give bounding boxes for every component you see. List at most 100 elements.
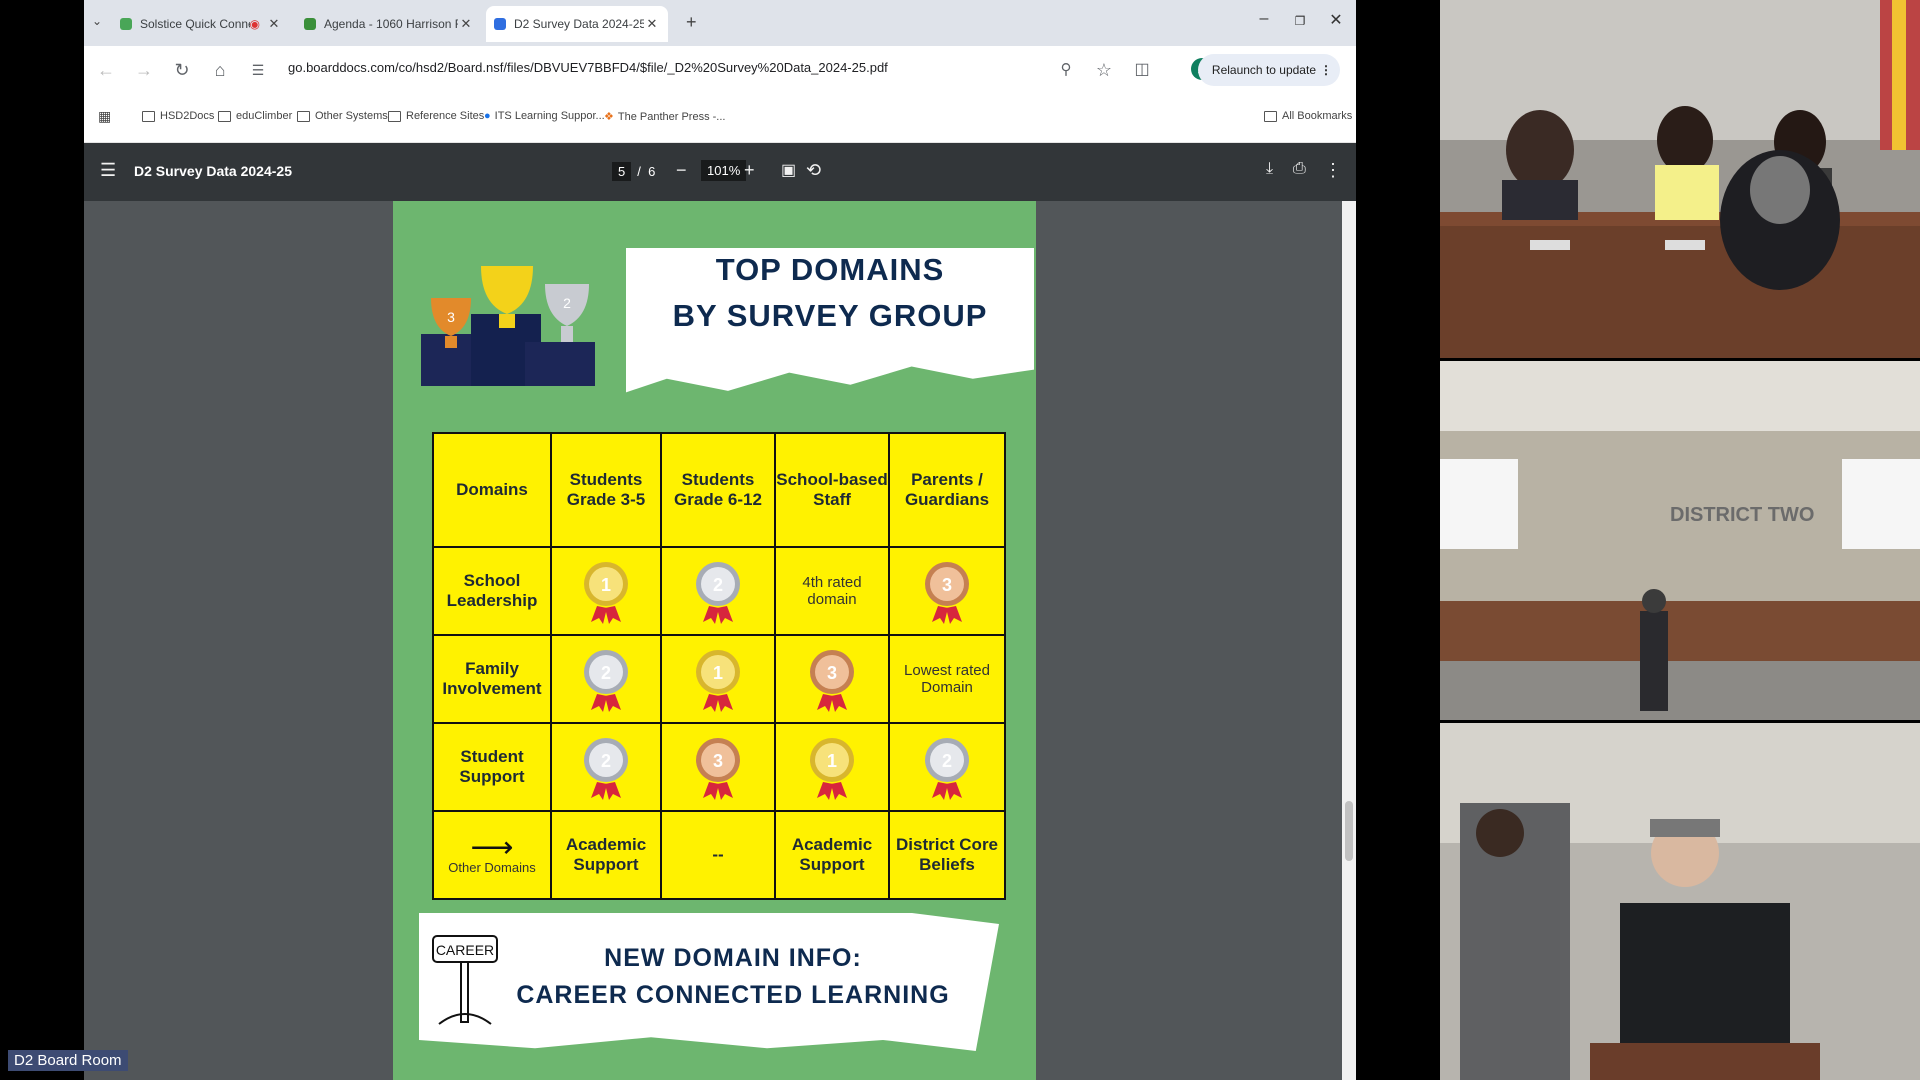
- room-label: D2 Board Room: [8, 1050, 128, 1071]
- download-icon[interactable]: ⤓: [1266, 160, 1273, 178]
- folder-icon: [142, 110, 155, 122]
- video-feed-room-wide: DISTRICT TWO: [1440, 361, 1920, 720]
- address-toolbar: ← → ↻ ⌂ ☰ go.boarddocs.com/co/hsd2/Board…: [84, 46, 1356, 94]
- close-window-button[interactable]: ✕: [1324, 10, 1348, 30]
- close-icon[interactable]: ✕: [644, 16, 660, 32]
- career-title-line2: CAREER CONNECTED LEARNING: [516, 981, 950, 1009]
- medal-cell: 1: [660, 634, 776, 724]
- row-label-other: ⟶ Other Domains: [432, 810, 552, 900]
- tab-survey-data[interactable]: D2 Survey Data 2024-25 ✕: [486, 6, 668, 42]
- bookmarks-bar: ▦ HSD2Docs eduClimber Other Systems Refe…: [84, 94, 1356, 143]
- print-icon[interactable]: ⎙: [1293, 160, 1306, 178]
- medal-cell: 2: [888, 722, 1006, 812]
- medal-cell: 2: [550, 722, 662, 812]
- pdf-viewport[interactable]: 3 2 TOP DOMAINS BY SURVEY GROUP Domains …: [84, 201, 1356, 1080]
- home-button[interactable]: ⌂: [208, 58, 232, 82]
- other-domain-cell: Academic Support: [550, 810, 662, 900]
- all-bookmarks[interactable]: All Bookmarks: [1264, 110, 1352, 122]
- dais-scene: [1440, 0, 1920, 358]
- domains-table: Domains Students Grade 3-5 Students Grad…: [432, 432, 1006, 900]
- bronze-medal-icon: 3: [810, 650, 854, 712]
- header-students-3-5: Students Grade 3-5: [550, 432, 662, 548]
- bookmark-other-systems[interactable]: Other Systems: [297, 110, 388, 122]
- video-feed-dais: [1440, 0, 1920, 358]
- solstice-icon: [120, 18, 132, 30]
- medal-rank: 1: [827, 751, 837, 771]
- other-domain-cell: --: [660, 810, 776, 900]
- tab-solstice[interactable]: Solstice Quick Connect ◉ ✕: [112, 6, 290, 42]
- rotate-icon[interactable]: ⟲: [806, 160, 821, 181]
- page-indicator: 5/ 6: [612, 162, 655, 181]
- extensions-icon[interactable]: ◫: [1130, 58, 1154, 82]
- folder-icon: [1264, 110, 1277, 122]
- silver-medal-icon: 2: [925, 738, 969, 800]
- medal-cell: 2: [550, 634, 662, 724]
- tab-agenda[interactable]: Agenda - 1060 Harrison Ro ✕: [296, 6, 482, 42]
- medal-rank: 3: [942, 575, 952, 595]
- fit-page-icon[interactable]: ▣: [781, 160, 796, 180]
- medal-rank: 2: [601, 663, 611, 683]
- medal-cell: 4th rated domain: [774, 546, 890, 636]
- silver-medal-icon: 2: [696, 562, 740, 624]
- rating-note: Lowest rated Domain: [904, 662, 990, 696]
- reload-button[interactable]: ↻: [170, 58, 194, 82]
- minimize-button[interactable]: –: [1252, 10, 1276, 28]
- recording-icon: ◉: [249, 17, 260, 31]
- gold-medal-icon: 1: [584, 562, 628, 624]
- close-icon[interactable]: ✕: [458, 16, 474, 32]
- table-row-family-involvement: Family Involvement 2 1 3 Lowest rated Do…: [432, 634, 1006, 724]
- video-feed-podium: [1440, 723, 1920, 1080]
- bookmark-panther-press[interactable]: ❖ The Panther Press -...: [604, 110, 725, 124]
- medal-rank: 1: [601, 575, 611, 595]
- page-number-input[interactable]: 5: [612, 162, 632, 181]
- relaunch-button[interactable]: Relaunch to update ⋮: [1197, 54, 1340, 86]
- bookmark-educlimber[interactable]: eduClimber: [218, 110, 292, 122]
- header-students-6-12: Students Grade 6-12: [660, 432, 776, 548]
- row-label: Family Involvement: [432, 634, 552, 724]
- silver-medal-icon: 2: [584, 650, 628, 712]
- bronze-medal-icon: 3: [925, 562, 969, 624]
- zoom-out-icon[interactable]: −: [676, 160, 687, 181]
- medal-rank: 3: [827, 663, 837, 683]
- medal-cell: 3: [888, 546, 1006, 636]
- url-field[interactable]: go.boarddocs.com/co/hsd2/Board.nsf/files…: [288, 60, 888, 75]
- medal-rank: 2: [942, 751, 952, 771]
- scrollbar-thumb[interactable]: [1345, 801, 1353, 861]
- bookmark-reference-sites[interactable]: Reference Sites: [388, 110, 484, 122]
- tab-search-button[interactable]: ⌄: [92, 14, 102, 28]
- back-button[interactable]: ←: [94, 58, 118, 82]
- pdf-toolbar: ☰ D2 Survey Data 2024-25 5/ 6 − 101% + ▣…: [84, 143, 1356, 201]
- more-vert-icon: ⋮: [1320, 63, 1332, 77]
- close-icon[interactable]: ✕: [266, 16, 282, 32]
- more-options-icon[interactable]: ⋮: [1324, 160, 1342, 181]
- zoom-icon[interactable]: ⚲: [1054, 58, 1078, 82]
- slide-title-line1: TOP DOMAINS: [715, 252, 945, 287]
- panther-icon: ❖: [604, 111, 614, 123]
- medal-cell: 3: [774, 634, 890, 724]
- forward-button[interactable]: →: [132, 58, 156, 82]
- trophies-podium-image: 3 2: [421, 266, 595, 386]
- new-tab-button[interactable]: +: [686, 12, 697, 33]
- medal-cell: 1: [774, 722, 890, 812]
- site-info-icon[interactable]: ☰: [246, 58, 270, 82]
- folder-icon: [388, 110, 401, 122]
- bookmark-its-learning[interactable]: ● ITS Learning Suppor...: [484, 110, 605, 122]
- bookmark-hsd2docs[interactable]: HSD2Docs: [142, 110, 214, 122]
- zoom-in-icon[interactable]: +: [744, 160, 755, 181]
- boarddocs-icon: [304, 18, 316, 30]
- medal-rank: 2: [601, 751, 611, 771]
- pdf-shield-icon: [494, 18, 506, 30]
- pdf-scrollbar[interactable]: [1342, 201, 1356, 1080]
- restore-button[interactable]: ❐: [1288, 14, 1312, 28]
- folder-icon: [297, 110, 310, 122]
- zoom-input[interactable]: 101%: [701, 160, 747, 181]
- menu-icon[interactable]: ☰: [100, 160, 116, 181]
- svg-text:3: 3: [447, 309, 455, 325]
- other-domain-cell: Academic Support: [774, 810, 890, 900]
- medal-cell: 3: [660, 722, 776, 812]
- bronze-medal-icon: 3: [696, 738, 740, 800]
- slide-title-line2: BY SURVEY GROUP: [672, 298, 988, 333]
- career-title-line1: NEW DOMAIN INFO:: [604, 944, 862, 972]
- apps-icon[interactable]: ▦: [98, 108, 111, 125]
- star-icon[interactable]: ☆: [1092, 58, 1116, 82]
